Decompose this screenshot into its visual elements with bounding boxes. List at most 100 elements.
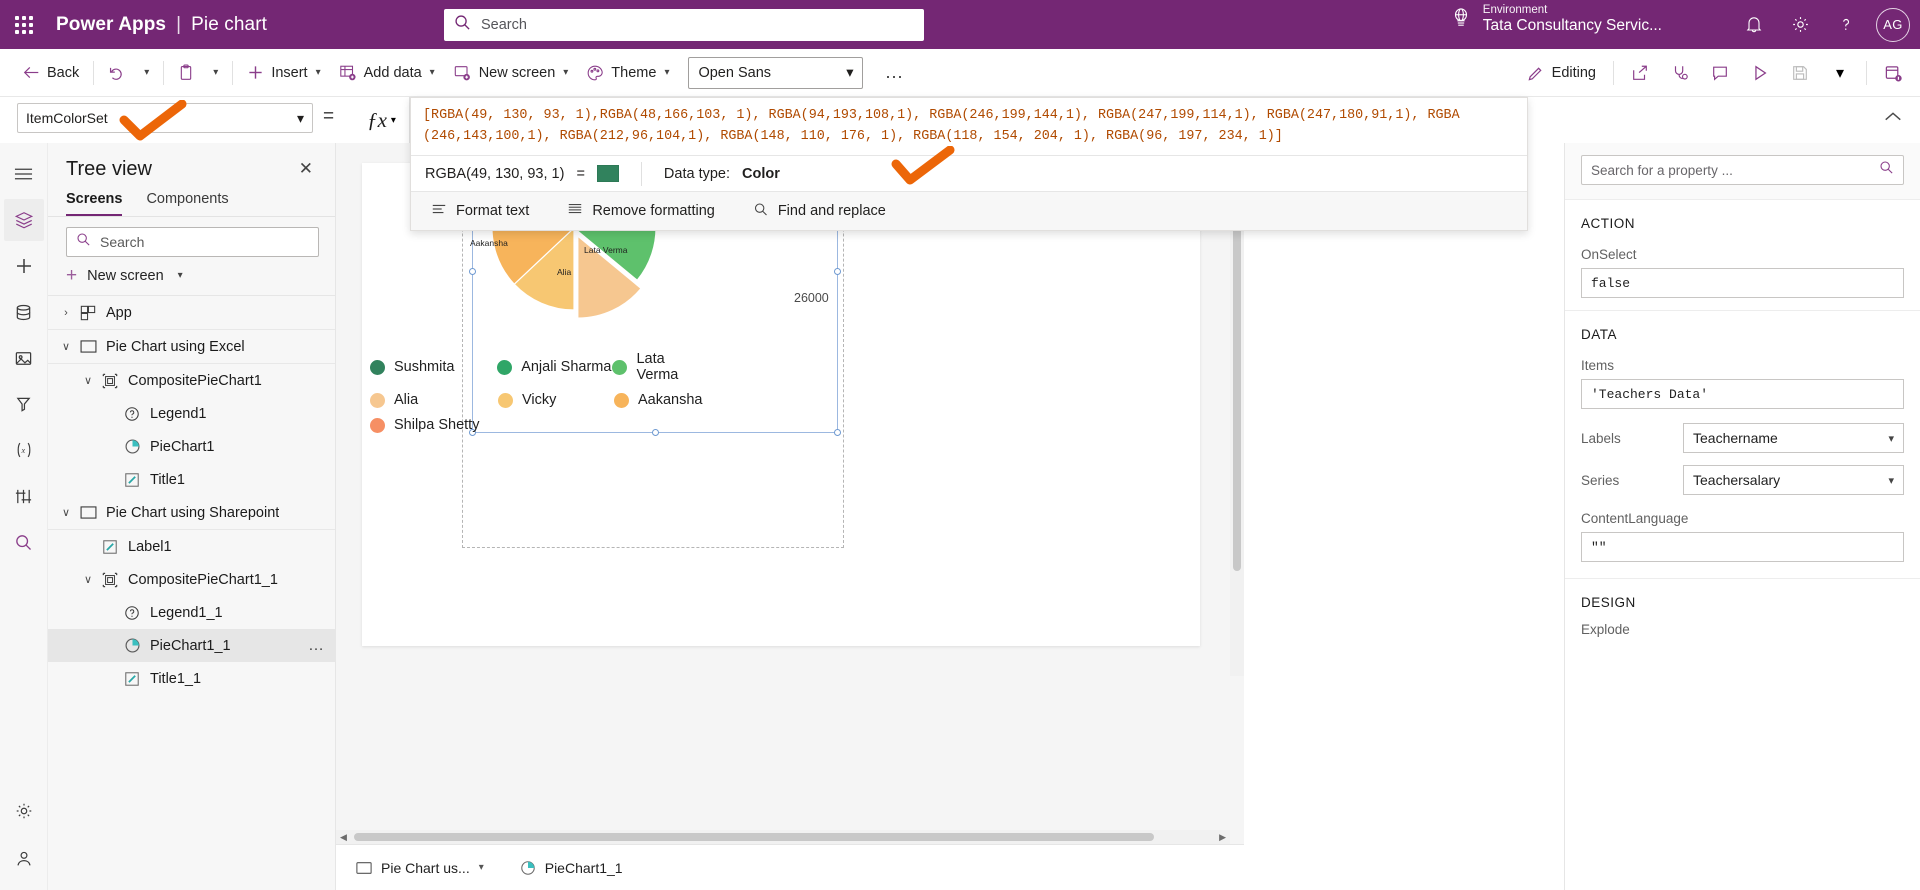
tree-node-compositepiechart1[interactable]: ∨ CompositePieChart1 (48, 364, 335, 397)
media-icon[interactable] (4, 337, 44, 379)
resize-handle-se[interactable] (834, 429, 841, 436)
preview-play-icon[interactable] (1741, 56, 1779, 90)
legend-icon (120, 605, 144, 621)
expand-collapse-icon[interactable]: ∨ (56, 340, 76, 353)
publish-icon[interactable] (1874, 56, 1912, 90)
tree-node-app[interactable]: › App (48, 296, 335, 329)
legend-item-vicky[interactable]: Vicky (498, 392, 614, 408)
new-screen-button[interactable]: New screen ▾ (444, 56, 578, 90)
chevron-down-icon: ▾ (177, 270, 183, 281)
help-icon[interactable] (1826, 5, 1866, 45)
formula-text[interactable]: [RGBA(49, 130, 93, 1),RGBA(48,166,103, 1… (411, 98, 1527, 155)
screen-canvas[interactable]: 26000 Shilpa Shetty Sushmita Anjali Shar… (362, 143, 1200, 646)
paste-button[interactable] (169, 56, 203, 90)
comments-icon[interactable] (1701, 56, 1739, 90)
app-launcher-icon[interactable] (0, 0, 48, 49)
labels-dropdown[interactable]: Teachername ▾ (1683, 423, 1904, 453)
share-icon[interactable] (1621, 56, 1659, 90)
font-selector[interactable]: Open Sans ▾ (688, 56, 864, 89)
property-search[interactable] (1581, 155, 1904, 185)
more-commands-button[interactable]: ... (877, 62, 911, 83)
expand-collapse-icon[interactable]: ∨ (78, 374, 98, 387)
data-icon[interactable] (4, 291, 44, 333)
series-dropdown[interactable]: Teachersalary ▾ (1683, 465, 1904, 495)
legend-color-dot (614, 392, 629, 408)
tree-view-icon[interactable] (3, 199, 44, 241)
settings-rail-icon[interactable] (4, 790, 44, 832)
settings-gear-icon[interactable] (1780, 5, 1820, 45)
onselect-input[interactable]: false (1581, 268, 1904, 298)
avatar[interactable]: AG (1876, 7, 1910, 42)
insert-button[interactable]: Insert ▾ (238, 56, 329, 90)
find-and-replace-button[interactable]: Find and replace (747, 198, 892, 225)
legend-item-aakansha[interactable]: Aakansha (614, 392, 703, 408)
tree-node-legend1-1[interactable]: Legend1_1 (48, 596, 335, 629)
remove-formatting-button[interactable]: Remove formatting (561, 198, 721, 224)
tree-node-pie-chart-using-sharepoint[interactable]: ∨ Pie Chart using Sharepoint (48, 496, 335, 529)
add-data-button[interactable]: Add data ▾ (330, 56, 444, 90)
tab-screens[interactable]: Screens (66, 191, 123, 216)
theme-button[interactable]: Theme ▾ (577, 56, 678, 90)
menu-hamburger-icon[interactable] (4, 153, 44, 195)
legend-item-shilpa[interactable]: Shilpa Shetty (370, 417, 479, 433)
editing-mode-button[interactable]: Editing (1517, 56, 1606, 90)
resize-handle-e[interactable] (834, 268, 841, 275)
tree-node-compositepiechart1-1[interactable]: ∨ CompositePieChart1_1 (48, 563, 335, 596)
tree-node-title1-1[interactable]: Title1_1 (48, 662, 335, 695)
format-text-button[interactable]: Format text (425, 198, 535, 224)
command-bar-right: Editing ▾ (1517, 49, 1912, 97)
property-search-input[interactable] (1591, 162, 1879, 178)
expand-collapse-icon[interactable]: › (56, 307, 76, 319)
tree-node-label1[interactable]: Label1 (48, 530, 335, 563)
tests-icon[interactable] (4, 475, 44, 517)
legend-item-alia[interactable]: Alia (370, 392, 498, 408)
undo-button[interactable] (99, 56, 134, 90)
tree-node-title1[interactable]: Title1 (48, 463, 335, 496)
tree-node-piechart1[interactable]: PieChart1 (48, 430, 335, 463)
tree-node-piechart1-1[interactable]: PieChart1_1… (48, 629, 335, 662)
tree-node-legend1[interactable]: Legend1 (48, 397, 335, 430)
variables-icon[interactable]: x (4, 429, 44, 471)
selected-control[interactable]: PieChart1_1 (514, 856, 629, 880)
undo-dropdown[interactable]: ▾ (134, 56, 158, 90)
property-selector[interactable]: ItemColorSet ▾ (17, 103, 313, 133)
tree-node-label: Legend1_1 (150, 604, 223, 621)
global-search[interactable] (444, 9, 924, 41)
tree-node-pie-chart-using-excel[interactable]: ∨ Pie Chart using Excel (48, 330, 335, 363)
notifications-icon[interactable] (1734, 5, 1774, 45)
canvas-horizontal-scrollbar[interactable]: ◀ ▶ (336, 830, 1230, 844)
paste-dropdown[interactable]: ▾ (203, 56, 227, 90)
contentlanguage-input[interactable]: "" (1581, 532, 1904, 562)
app-checker-icon[interactable] (1661, 56, 1699, 90)
account-rail-icon[interactable] (4, 838, 44, 880)
items-input[interactable]: 'Teachers Data' (1581, 379, 1904, 409)
insert-icon[interactable] (4, 245, 44, 287)
chart-legend[interactable]: Sushmita Anjali Sharma Lata Verma Alia V… (370, 351, 710, 442)
screen-selector[interactable]: Pie Chart us... ▾ (350, 856, 490, 880)
close-icon[interactable]: ✕ (293, 157, 319, 181)
collapse-formula-bar-button[interactable] (1876, 100, 1910, 134)
new-screen-button[interactable]: + New screen ▾ (48, 257, 335, 296)
legend-item-sushmita[interactable]: Sushmita (370, 359, 497, 375)
power-automate-icon[interactable] (4, 383, 44, 425)
scroll-right-icon[interactable]: ▶ (1219, 832, 1226, 843)
formula-editor-panel[interactable]: [RGBA(49, 130, 93, 1),RGBA(48,166,103, 1… (410, 97, 1528, 231)
tree-search-input[interactable] (100, 234, 309, 250)
legend-item-lata[interactable]: Lata Verma (612, 351, 710, 383)
environment-selector[interactable]: Environment Tata Consultancy Servic... (1450, 4, 1662, 35)
save-dropdown-icon[interactable]: ▾ (1821, 56, 1859, 90)
tree-node-context-menu-button[interactable]: … (308, 637, 325, 655)
legend-label: Alia (394, 392, 419, 408)
search-input[interactable] (481, 17, 914, 33)
tree-search[interactable] (66, 227, 319, 257)
search-rail-icon[interactable] (4, 521, 44, 563)
legend-item-anjali[interactable]: Anjali Sharma (497, 359, 612, 375)
expand-collapse-icon[interactable]: ∨ (56, 506, 76, 519)
scrollbar-thumb[interactable] (354, 833, 1154, 841)
save-icon[interactable] (1781, 56, 1819, 90)
expand-collapse-icon[interactable]: ∨ (78, 573, 98, 586)
back-button[interactable]: Back (14, 56, 88, 90)
tab-components[interactable]: Components (146, 191, 228, 216)
fx-button[interactable]: ƒx ▾ (354, 97, 410, 143)
scroll-left-icon[interactable]: ◀ (340, 832, 347, 843)
